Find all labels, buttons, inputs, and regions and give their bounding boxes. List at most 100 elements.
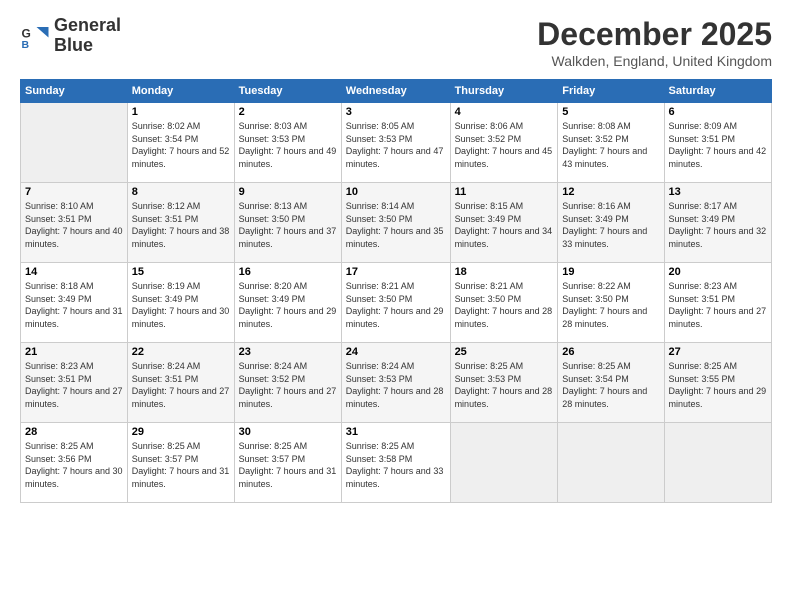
day-cell: 13 Sunrise: 8:17 AMSunset: 3:49 PMDayligh… <box>664 183 771 263</box>
day-cell: 10Sunrise: 8:14 AMSunset: 3:50 PMDayligh… <box>341 183 450 263</box>
day-number: 29 <box>132 426 230 438</box>
day-cell: 8 Sunrise: 8:12 AMSunset: 3:51 PMDaylight… <box>127 183 234 263</box>
day-cell <box>21 103 128 183</box>
col-tuesday: Tuesday <box>234 80 341 103</box>
day-number: 30 <box>239 426 337 438</box>
day-number: 18 <box>455 266 554 278</box>
week-row-4: 21Sunrise: 8:23 AMSunset: 3:51 PMDayligh… <box>21 343 772 423</box>
day-number: 7 <box>25 186 123 198</box>
day-info: Sunrise: 8:20 AMSunset: 3:49 PMDaylight:… <box>239 280 337 330</box>
day-info: Sunrise: 8:13 AMSunset: 3:50 PMDaylight:… <box>239 200 337 250</box>
day-number: 23 <box>239 346 337 358</box>
day-number: 16 <box>239 266 337 278</box>
col-wednesday: Wednesday <box>341 80 450 103</box>
day-cell: 28 Sunrise: 8:25 AMSunset: 3:56 PMDayligh… <box>21 423 128 503</box>
day-info: Sunrise: 8:15 AMSunset: 3:49 PMDaylight:… <box>455 200 554 250</box>
day-cell: 24Sunrise: 8:24 AMSunset: 3:53 PMDayligh… <box>341 343 450 423</box>
title-block: December 2025 Walkden, England, United K… <box>537 16 772 69</box>
col-monday: Monday <box>127 80 234 103</box>
day-cell: 14Sunrise: 8:18 AMSunset: 3:49 PMDayligh… <box>21 263 128 343</box>
day-info: Sunrise: 8:21 AMSunset: 3:50 PMDaylight:… <box>346 280 446 330</box>
day-number: 22 <box>132 346 230 358</box>
day-cell: 7 Sunrise: 8:10 AMSunset: 3:51 PMDaylight… <box>21 183 128 263</box>
day-number: 4 <box>455 106 554 118</box>
week-row-2: 7 Sunrise: 8:10 AMSunset: 3:51 PMDaylight… <box>21 183 772 263</box>
day-number: 31 <box>346 426 446 438</box>
day-number: 26 <box>562 346 659 358</box>
day-cell <box>558 423 664 503</box>
day-cell: 29Sunrise: 8:25 AMSunset: 3:57 PMDayligh… <box>127 423 234 503</box>
day-number: 11 <box>455 186 554 198</box>
day-cell: 22 Sunrise: 8:24 AMSunset: 3:51 PMDayligh… <box>127 343 234 423</box>
day-cell: 15Sunrise: 8:19 AMSunset: 3:49 PMDayligh… <box>127 263 234 343</box>
day-number: 17 <box>346 266 446 278</box>
day-info: Sunrise: 8:23 AMSunset: 3:51 PMDaylight:… <box>25 360 123 410</box>
calendar-page: G B General Blue December 2025 Walkden, … <box>0 0 792 612</box>
calendar-table: Sunday Monday Tuesday Wednesday Thursday… <box>20 79 772 503</box>
logo-icon: G B <box>20 21 50 51</box>
col-thursday: Thursday <box>450 80 558 103</box>
week-row-5: 28 Sunrise: 8:25 AMSunset: 3:56 PMDayligh… <box>21 423 772 503</box>
day-cell: 25 Sunrise: 8:25 AMSunset: 3:53 PMDayligh… <box>450 343 558 423</box>
day-number: 6 <box>669 106 767 118</box>
day-info: Sunrise: 8:10 AMSunset: 3:51 PMDaylight:… <box>25 200 123 250</box>
day-info: Sunrise: 8:25 AMSunset: 3:53 PMDaylight:… <box>455 360 554 410</box>
col-friday: Friday <box>558 80 664 103</box>
day-cell: 4 Sunrise: 8:06 AMSunset: 3:52 PMDaylight… <box>450 103 558 183</box>
day-number: 3 <box>346 106 446 118</box>
day-cell: 20Sunrise: 8:23 AMSunset: 3:51 PMDayligh… <box>664 263 771 343</box>
day-cell: 31 Sunrise: 8:25 AMSunset: 3:58 PMDayligh… <box>341 423 450 503</box>
week-row-3: 14Sunrise: 8:18 AMSunset: 3:49 PMDayligh… <box>21 263 772 343</box>
day-info: Sunrise: 8:22 AMSunset: 3:50 PMDaylight:… <box>562 280 659 330</box>
day-number: 5 <box>562 106 659 118</box>
day-number: 2 <box>239 106 337 118</box>
location-subtitle: Walkden, England, United Kingdom <box>537 53 772 69</box>
day-info: Sunrise: 8:24 AMSunset: 3:52 PMDaylight:… <box>239 360 337 410</box>
day-info: Sunrise: 8:25 AMSunset: 3:58 PMDaylight:… <box>346 440 446 490</box>
day-info: Sunrise: 8:09 AMSunset: 3:51 PMDaylight:… <box>669 120 767 170</box>
week-row-1: 1 Sunrise: 8:02 AMSunset: 3:54 PMDaylight… <box>21 103 772 183</box>
day-cell: 1 Sunrise: 8:02 AMSunset: 3:54 PMDaylight… <box>127 103 234 183</box>
day-cell: 12 Sunrise: 8:16 AMSunset: 3:49 PMDayligh… <box>558 183 664 263</box>
day-cell: 3 Sunrise: 8:05 AMSunset: 3:53 PMDaylight… <box>341 103 450 183</box>
day-number: 28 <box>25 426 123 438</box>
day-info: Sunrise: 8:24 AMSunset: 3:51 PMDaylight:… <box>132 360 230 410</box>
day-info: Sunrise: 8:03 AMSunset: 3:53 PMDaylight:… <box>239 120 337 170</box>
day-cell: 17 Sunrise: 8:21 AMSunset: 3:50 PMDayligh… <box>341 263 450 343</box>
month-title: December 2025 <box>537 16 772 53</box>
day-info: Sunrise: 8:17 AMSunset: 3:49 PMDaylight:… <box>669 200 767 250</box>
logo: G B General Blue <box>20 16 121 56</box>
day-number: 24 <box>346 346 446 358</box>
day-info: Sunrise: 8:25 AMSunset: 3:56 PMDaylight:… <box>25 440 123 490</box>
day-number: 27 <box>669 346 767 358</box>
day-number: 15 <box>132 266 230 278</box>
day-number: 8 <box>132 186 230 198</box>
day-number: 19 <box>562 266 659 278</box>
day-info: Sunrise: 8:21 AMSunset: 3:50 PMDaylight:… <box>455 280 554 330</box>
day-number: 20 <box>669 266 767 278</box>
day-cell: 11 Sunrise: 8:15 AMSunset: 3:49 PMDayligh… <box>450 183 558 263</box>
day-number: 13 <box>669 186 767 198</box>
day-cell: 9 Sunrise: 8:13 AMSunset: 3:50 PMDaylight… <box>234 183 341 263</box>
day-info: Sunrise: 8:05 AMSunset: 3:53 PMDaylight:… <box>346 120 446 170</box>
col-sunday: Sunday <box>21 80 128 103</box>
day-cell: 18 Sunrise: 8:21 AMSunset: 3:50 PMDayligh… <box>450 263 558 343</box>
page-header: G B General Blue December 2025 Walkden, … <box>20 16 772 69</box>
day-info: Sunrise: 8:16 AMSunset: 3:49 PMDaylight:… <box>562 200 659 250</box>
day-number: 1 <box>132 106 230 118</box>
day-number: 25 <box>455 346 554 358</box>
day-info: Sunrise: 8:12 AMSunset: 3:51 PMDaylight:… <box>132 200 230 250</box>
day-cell: 5Sunrise: 8:08 AMSunset: 3:52 PMDaylight… <box>558 103 664 183</box>
day-number: 14 <box>25 266 123 278</box>
day-info: Sunrise: 8:06 AMSunset: 3:52 PMDaylight:… <box>455 120 554 170</box>
day-number: 9 <box>239 186 337 198</box>
day-info: Sunrise: 8:02 AMSunset: 3:54 PMDaylight:… <box>132 120 230 170</box>
day-cell: 19 Sunrise: 8:22 AMSunset: 3:50 PMDayligh… <box>558 263 664 343</box>
col-saturday: Saturday <box>664 80 771 103</box>
logo-text-blue: Blue <box>54 36 121 56</box>
day-cell: 30Sunrise: 8:25 AMSunset: 3:57 PMDayligh… <box>234 423 341 503</box>
day-number: 12 <box>562 186 659 198</box>
svg-text:B: B <box>22 39 30 51</box>
day-cell: 21Sunrise: 8:23 AMSunset: 3:51 PMDayligh… <box>21 343 128 423</box>
day-cell: 6 Sunrise: 8:09 AMSunset: 3:51 PMDaylight… <box>664 103 771 183</box>
